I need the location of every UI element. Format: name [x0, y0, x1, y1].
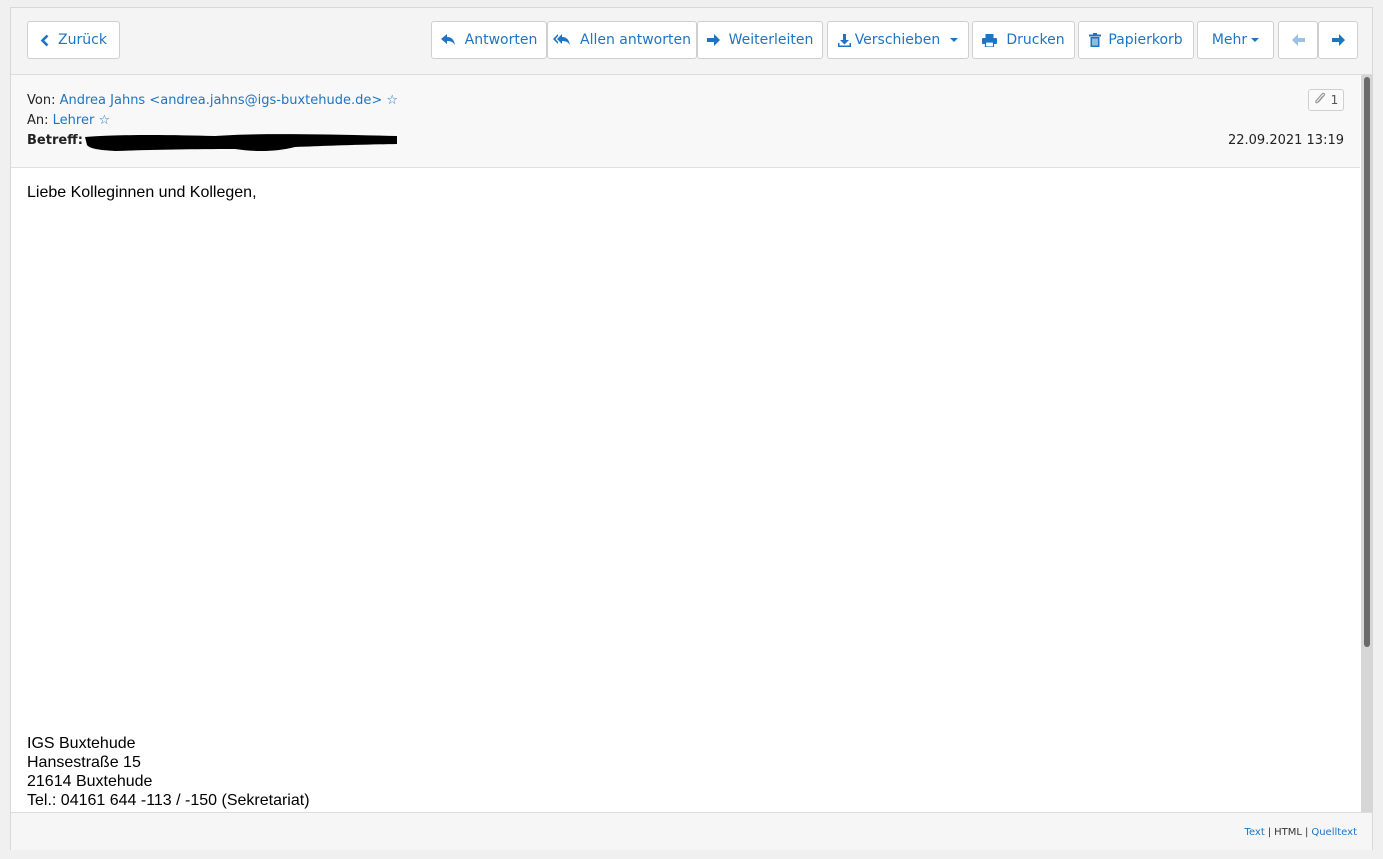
signature-line: 21614 Buxtehude	[27, 773, 153, 790]
star-icon[interactable]: ☆	[98, 113, 110, 128]
paperclip-icon	[1314, 92, 1326, 109]
trash-button[interactable]: Papierkorb	[1078, 21, 1194, 59]
chevron-down-icon	[1251, 38, 1260, 42]
reply-button-label: Antworten	[464, 32, 538, 48]
subject-label: Betreff:	[27, 133, 83, 148]
back-button[interactable]: Zurück	[27, 21, 120, 59]
scrollbar-thumb[interactable]	[1364, 77, 1370, 647]
reply-button[interactable]: Antworten	[431, 21, 547, 59]
message-date: 22.09.2021 13:19	[1227, 133, 1344, 148]
forward-button[interactable]: Weiterleiten	[697, 21, 823, 59]
star-icon[interactable]: ☆	[386, 93, 398, 108]
next-message-button[interactable]	[1318, 21, 1358, 59]
print-button[interactable]: Drucken	[972, 21, 1075, 59]
reply-all-button[interactable]: Allen antworten	[547, 21, 697, 59]
signature-line: Hansestraße 15	[27, 754, 141, 771]
forward-button-label: Weiterleiten	[728, 32, 814, 48]
more-button-label: Mehr	[1211, 32, 1248, 48]
message-scrollbar[interactable]	[1361, 75, 1373, 812]
attachment-indicator[interactable]: 1	[1308, 89, 1344, 111]
reply-all-button-label: Allen antworten	[580, 32, 691, 48]
trash-button-label: Papierkorb	[1108, 32, 1183, 48]
reply-icon	[440, 34, 456, 46]
from-address-link[interactable]: Andrea Jahns <andrea.jahns@igs-buxtehude…	[60, 93, 383, 108]
from-label: Von:	[27, 93, 56, 108]
html-view-label: HTML	[1274, 827, 1302, 838]
source-view-link[interactable]: Quelltext	[1311, 827, 1357, 838]
redacted-subject	[85, 134, 397, 152]
chevron-left-icon	[40, 34, 49, 47]
from-line: Von: Andrea Jahns <andrea.jahns@igs-buxt…	[27, 93, 398, 108]
more-button[interactable]: Mehr	[1197, 21, 1274, 59]
print-icon	[982, 33, 998, 47]
attachment-count: 1	[1330, 93, 1339, 107]
move-button[interactable]: Verschieben	[827, 21, 969, 59]
reply-all-icon	[553, 34, 571, 46]
to-address-link[interactable]: Lehrer	[53, 113, 95, 128]
message-header: Von: Andrea Jahns <andrea.jahns@igs-buxt…	[11, 75, 1360, 168]
arrow-right-icon	[1331, 34, 1345, 46]
view-mode-footer: Text | HTML | Quelltext	[11, 812, 1372, 850]
move-button-label: Verschieben	[854, 32, 941, 48]
signature-line: Tel.: 04161 644 -113 / -150 (Sekretariat…	[27, 792, 310, 809]
message-signature: IGS Buxtehude Hansestraße 15 21614 Buxte…	[27, 734, 310, 810]
forward-icon	[706, 34, 720, 46]
download-icon	[837, 33, 851, 47]
message-view: Zurück Antworten Allen antworten Weiterl…	[10, 7, 1373, 850]
message-greeting: Liebe Kolleginnen und Kollegen,	[27, 184, 257, 201]
message-toolbar: Zurück Antworten Allen antworten Weiterl…	[11, 8, 1372, 75]
message-body: Liebe Kolleginnen und Kollegen, IGS Buxt…	[11, 168, 1360, 812]
signature-line: IGS Buxtehude	[27, 735, 136, 752]
back-button-label: Zurück	[58, 32, 107, 48]
arrow-left-icon	[1291, 34, 1305, 46]
chevron-down-icon	[950, 38, 959, 42]
to-line: An: Lehrer ☆	[27, 113, 110, 128]
print-button-label: Drucken	[1006, 32, 1065, 48]
subject-line: Betreff:	[27, 133, 83, 148]
trash-icon	[1089, 33, 1102, 47]
to-label: An:	[27, 113, 49, 128]
text-view-link[interactable]: Text	[1245, 827, 1265, 838]
previous-message-button[interactable]	[1278, 21, 1318, 59]
